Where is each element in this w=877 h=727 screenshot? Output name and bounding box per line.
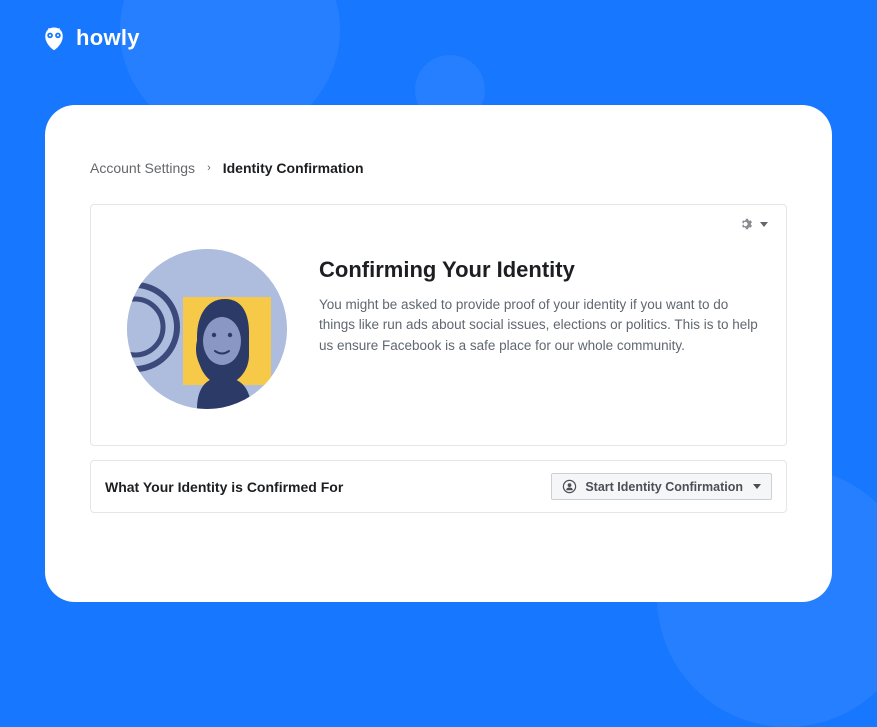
brand-logo: howly	[40, 24, 140, 52]
card-settings-menu[interactable]	[740, 217, 768, 231]
button-label: Start Identity Confirmation	[585, 480, 743, 494]
breadcrumb-parent[interactable]: Account Settings	[90, 160, 195, 176]
caret-down-icon	[753, 484, 761, 489]
settings-panel: Account Settings › Identity Confirmation	[45, 105, 832, 602]
identity-illustration	[127, 249, 287, 409]
card-description: You might be asked to provide proof of y…	[319, 295, 768, 356]
confirmed-for-section: What Your Identity is Confirmed For Star…	[90, 460, 787, 513]
chevron-right-icon: ›	[207, 162, 211, 174]
caret-down-icon	[760, 222, 768, 227]
gear-icon	[740, 217, 754, 231]
card-text: Confirming Your Identity You might be as…	[319, 249, 768, 356]
person-badge-icon	[562, 479, 577, 494]
start-identity-confirmation-button[interactable]: Start Identity Confirmation	[551, 473, 772, 500]
brand-name: howly	[76, 25, 140, 51]
identity-card: Confirming Your Identity You might be as…	[90, 204, 787, 446]
breadcrumb: Account Settings › Identity Confirmation	[90, 160, 787, 176]
breadcrumb-current: Identity Confirmation	[223, 160, 364, 176]
card-title: Confirming Your Identity	[319, 257, 768, 283]
owl-icon	[40, 24, 68, 52]
section-label: What Your Identity is Confirmed For	[105, 479, 343, 495]
card-body: Confirming Your Identity You might be as…	[109, 219, 768, 409]
